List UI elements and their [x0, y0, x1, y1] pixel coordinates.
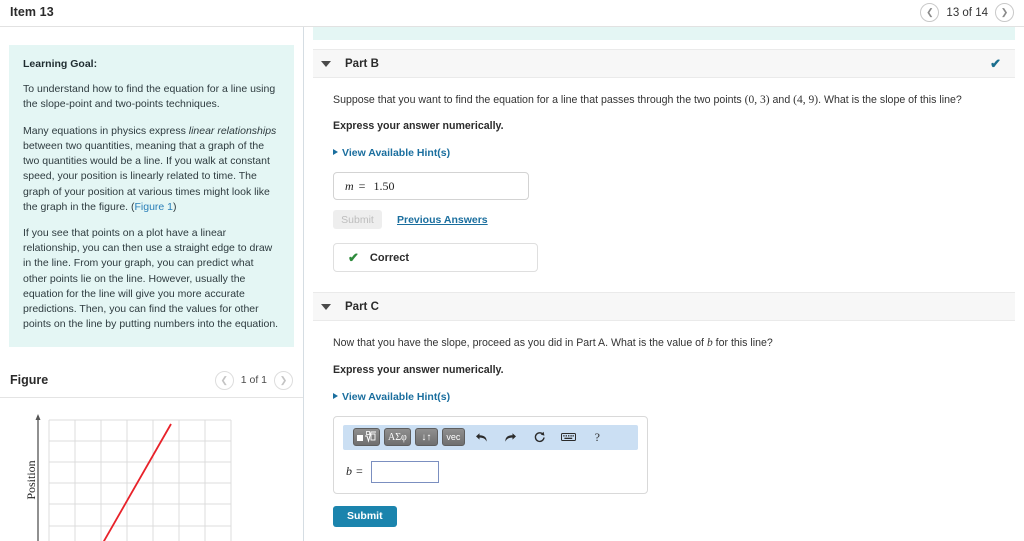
figure-prev-button[interactable]: ❮ — [214, 370, 234, 390]
template-root-icon — [357, 431, 376, 443]
part-c-question-b: for this line? — [712, 337, 773, 350]
part-b-submit-button[interactable]: Submit — [333, 210, 382, 230]
part-c-instruction: Express your answer numerically. — [333, 363, 504, 376]
part-c-body: Now that you have the slope, proceed as … — [304, 321, 1024, 541]
part-b-answer-eq: = — [358, 178, 366, 193]
greek-symbols-button[interactable]: ΑΣφ — [384, 428, 411, 446]
prev-item-button[interactable]: ❮ — [920, 3, 940, 22]
lg2-emphasis: linear relationships — [188, 124, 277, 137]
graph-grid — [48, 419, 231, 541]
figure-body: Time Position — [0, 398, 303, 541]
part-b-question-c: . What is the slope of this line? — [818, 94, 962, 106]
caret-right-icon — [333, 392, 338, 399]
part-b-question-a: Suppose that you want to find the equati… — [333, 94, 745, 106]
part-b-header[interactable]: Part B ✔ — [313, 49, 1015, 78]
part-b-instruction: Express your answer numerically. — [333, 120, 504, 133]
y-axis-label: Position — [27, 460, 38, 499]
part-b-point-1: (0, 3) — [744, 94, 770, 106]
position-time-graph: Time Position — [27, 413, 231, 541]
part-c-question: Now that you have the slope, proceed as … — [333, 335, 1008, 352]
page-title: Item 13 — [10, 5, 54, 19]
part-c-question-a: Now that you have the slope, proceed as … — [333, 337, 707, 350]
learning-goal-paragraph-3: If you see that points on a plot have a … — [23, 226, 279, 331]
keyboard-icon[interactable] — [560, 432, 576, 442]
right-pane: Part B ✔ Suppose that you want to find t… — [304, 27, 1024, 541]
redo-icon[interactable] — [503, 432, 518, 443]
left-pane: Learning Goal: To understand how to find… — [0, 27, 304, 541]
help-icon[interactable]: ? — [590, 430, 605, 445]
caret-down-icon[interactable] — [321, 303, 331, 310]
math-toolbar: ΑΣφ ↓↑ vec ? — [343, 424, 638, 450]
part-b-question-b: and — [769, 94, 794, 106]
learning-goal-card: Learning Goal: To understand how to find… — [9, 45, 294, 347]
part-b-answer-value: 1.50 — [373, 178, 395, 193]
graph-axes — [36, 415, 39, 541]
figure-pagination-label: 1 of 1 — [240, 374, 267, 386]
main-columns: Learning Goal: To understand how to find… — [0, 27, 1024, 541]
part-c-answer-row: b = — [343, 460, 638, 483]
part-b-feedback-box: ✔ Correct — [333, 243, 538, 273]
part-b-feedback-label: Correct — [369, 251, 410, 264]
figure-header: Figure ❮ 1 of 1 ❯ — [0, 370, 303, 398]
checkmark-icon: ✔ — [990, 55, 1001, 71]
part-b-submit-row: Submit Previous Answers — [333, 210, 1008, 230]
item-pagination: ❮ 13 of 14 ❯ — [920, 3, 1014, 22]
caret-right-icon — [333, 149, 338, 156]
next-item-button[interactable]: ❯ — [995, 3, 1014, 22]
part-b-title: Part B — [345, 57, 379, 70]
figure-pagination: ❮ 1 of 1 ❯ — [214, 370, 293, 390]
previous-part-strip — [313, 27, 1015, 40]
y-axis-arrow — [35, 413, 40, 420]
part-b-hints-label: View Available Hint(s) — [342, 147, 451, 160]
learning-goal-heading: Learning Goal: — [23, 58, 98, 70]
figure-title: Figure — [10, 373, 49, 387]
lg2-part-a: Many equations in physics express — [23, 124, 189, 137]
part-c-math-entry-widget: ΑΣφ ↓↑ vec ? b = — [333, 415, 648, 494]
template-root-button[interactable] — [353, 428, 380, 446]
part-c-hints-link[interactable]: View Available Hint(s) — [333, 391, 450, 403]
part-c-answer-var: b — [346, 464, 352, 478]
updown-arrows-button[interactable]: ↓↑ — [414, 428, 438, 446]
part-c-submit-button[interactable]: Submit — [333, 505, 397, 527]
vector-button[interactable]: vec — [441, 428, 465, 446]
part-b-answer-var: m — [345, 178, 354, 193]
part-c-answer-input[interactable] — [370, 460, 439, 483]
part-b-previous-answers-link[interactable]: Previous Answers — [397, 214, 488, 226]
part-b-point-2: (4, 9) — [793, 94, 819, 106]
part-b-question: Suppose that you want to find the equati… — [333, 92, 1008, 109]
reset-icon[interactable] — [532, 431, 547, 444]
learning-goal-paragraph-2: Many equations in physics express linear… — [23, 124, 280, 215]
part-b-hints-link[interactable]: View Available Hint(s) — [333, 147, 450, 159]
undo-icon[interactable] — [474, 432, 489, 443]
learning-goal-paragraph-1: To understand how to find the equation f… — [23, 83, 276, 111]
top-header-bar: Item 13 ❮ 13 of 14 ❯ — [0, 0, 1024, 27]
part-c-hints-label: View Available Hint(s) — [342, 390, 451, 403]
figure-1-link[interactable]: Figure 1 — [135, 201, 174, 213]
part-c-title: Part C — [345, 300, 379, 313]
lg2-part-c: ) — [173, 200, 177, 213]
item-pagination-label: 13 of 14 — [946, 6, 988, 19]
checkmark-icon: ✔ — [348, 249, 359, 265]
figure-next-button[interactable]: ❯ — [274, 370, 293, 390]
part-b-answer-field[interactable]: m = 1.50 — [333, 172, 529, 201]
part-b-body: Suppose that you want to find the equati… — [304, 78, 1024, 273]
caret-down-icon[interactable] — [321, 60, 331, 67]
part-c-answer-eq: = — [356, 464, 363, 478]
part-c-header[interactable]: Part C — [313, 292, 1015, 322]
